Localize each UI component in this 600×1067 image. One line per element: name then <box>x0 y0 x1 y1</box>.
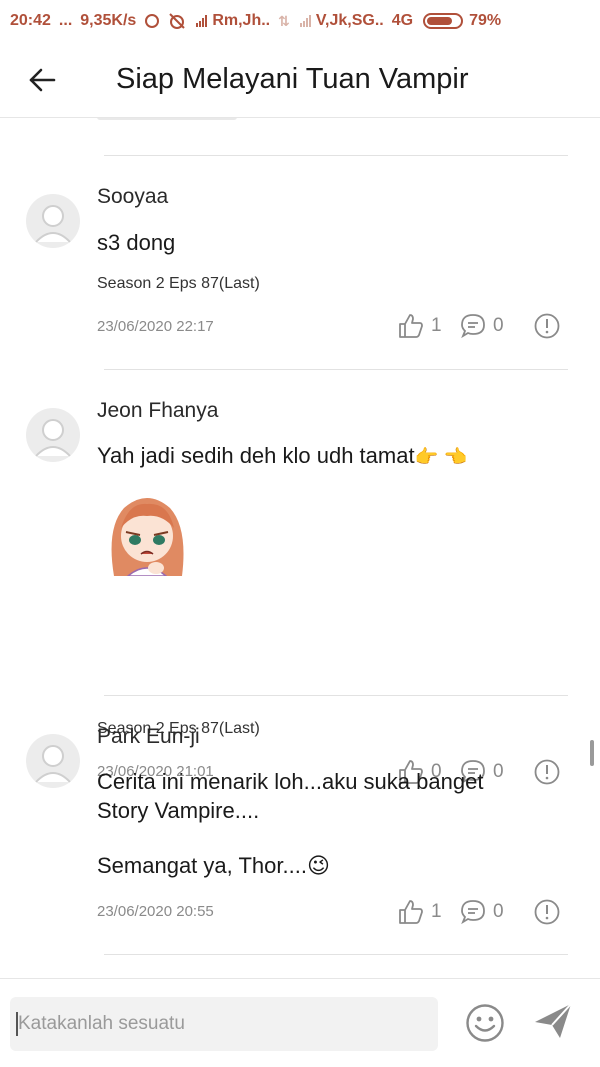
comment-bubble-icon <box>461 314 485 339</box>
status-time: 20:42 <box>10 12 51 29</box>
signal-2-icon <box>299 15 312 27</box>
reply-button[interactable]: 0 <box>459 898 533 926</box>
thumbs-up-icon <box>399 900 423 924</box>
comment-actions: 1 0 <box>397 898 561 926</box>
status-battery: 79% <box>469 12 502 29</box>
wink-emoji: 😉 <box>306 853 330 878</box>
page-title: Siap Melayani Tuan Vampir <box>116 63 469 95</box>
like-button[interactable]: 1 <box>397 312 459 340</box>
comment-text: s3 dong <box>97 230 176 255</box>
comment-list[interactable]: Sooyaa s3 dong Season 2 Eps 87(Last) 23/… <box>0 118 600 978</box>
reply-button[interactable]: 0 <box>459 312 533 340</box>
alert-circle-icon <box>534 899 560 925</box>
comment-username[interactable]: Park Eun-ji <box>97 725 200 749</box>
app-header: Siap Melayani Tuan Vampir <box>0 42 600 118</box>
like-count: 1 <box>431 315 442 336</box>
data-arrows-icon: ⇅ <box>278 12 290 29</box>
comment-actions: 1 0 <box>397 312 561 340</box>
pointing-hands-emoji: 👉 👈 <box>414 447 468 468</box>
divider <box>104 695 568 696</box>
reply-count: 0 <box>493 901 504 922</box>
comment-episode[interactable]: Season 2 Eps 87(Last) <box>97 275 260 293</box>
alarm-off-icon <box>168 12 186 30</box>
divider <box>104 369 568 370</box>
back-button[interactable] <box>0 42 84 118</box>
reply-count: 0 <box>493 315 504 336</box>
comment-text-line-3-block: Semangat ya, Thor....😉 <box>97 851 567 880</box>
signal-icon <box>196 15 208 27</box>
thumbs-up-icon <box>399 314 423 338</box>
emoji-button[interactable] <box>465 1003 505 1043</box>
like-count: 1 <box>431 901 442 922</box>
status-speed: 9,35K/s <box>80 12 137 29</box>
comment-date: 23/06/2020 22:17 <box>97 318 214 335</box>
status-bar: 20:42 ... 9,35K/s Rm,Jh.. ⇅ V,Jk,SG.. 4G… <box>0 0 600 42</box>
status-carrier-1: Rm,Jh.. <box>212 12 271 29</box>
comment-username[interactable]: Sooyaa <box>97 185 168 209</box>
text-caret <box>16 1012 18 1036</box>
comment-text-line-3: Semangat ya, Thor.... <box>97 853 307 878</box>
default-avatar-icon <box>35 745 71 783</box>
send-icon <box>535 1003 572 1038</box>
avatar[interactable] <box>26 194 80 248</box>
send-button[interactable] <box>532 1000 574 1042</box>
default-avatar-icon <box>35 205 71 243</box>
alert-circle-icon <box>534 313 560 339</box>
status-dots: ... <box>58 12 73 29</box>
smiley-icon <box>466 1004 504 1042</box>
report-button[interactable] <box>533 898 561 926</box>
comment-text-line-2: Story Vampire.... <box>97 798 260 823</box>
avatar[interactable] <box>26 734 80 788</box>
comment-text-block: Yah jadi sedih deh klo udh tamat👉 👈 <box>97 441 567 472</box>
status-network: 4G <box>391 12 414 29</box>
arrow-left-icon <box>29 68 56 91</box>
sync-icon <box>144 13 160 29</box>
comment-text: Yah jadi sedih deh klo udh tamat <box>97 443 415 468</box>
status-carrier-2: V,Jk,SG.. <box>315 12 384 29</box>
divider <box>104 954 568 955</box>
crying-girl-sticker[interactable] <box>104 488 190 577</box>
comment-text-line-1: Cerita ini menarik loh...aku suka banget <box>97 769 484 794</box>
comment-input-bar <box>0 978 600 1067</box>
scrollbar-thumb[interactable] <box>590 740 594 766</box>
comment-bubble-icon <box>461 900 485 925</box>
comment-username[interactable]: Jeon Fhanya <box>97 399 218 423</box>
divider <box>104 155 568 156</box>
report-button[interactable] <box>533 312 561 340</box>
comment-date: 23/06/2020 20:55 <box>97 903 214 920</box>
default-avatar-icon <box>35 419 71 457</box>
avatar[interactable] <box>26 408 80 462</box>
battery-icon <box>423 13 464 29</box>
like-button[interactable]: 1 <box>397 898 459 926</box>
comment-input[interactable] <box>10 997 438 1051</box>
